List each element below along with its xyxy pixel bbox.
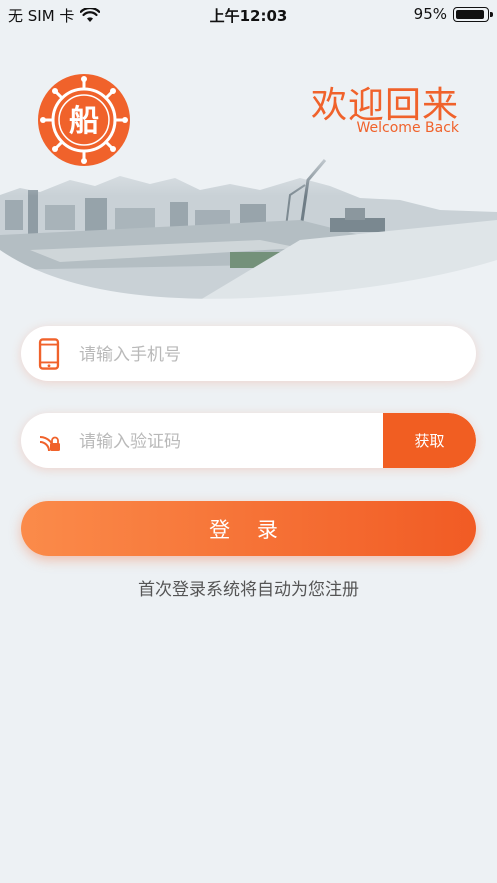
battery-fill xyxy=(456,9,484,19)
phone-input[interactable] xyxy=(77,326,381,381)
status-bar: 无 SIM 卡 上午12:03 95% xyxy=(0,0,497,28)
battery-tip xyxy=(490,11,493,17)
battery-percent: 95% xyxy=(413,5,447,23)
battery-icon xyxy=(453,6,493,22)
logo-glyph: 船 xyxy=(69,104,99,139)
phone-icon xyxy=(38,338,60,370)
verification-code-icon xyxy=(39,436,60,452)
welcome-subtitle: Welcome Back xyxy=(356,120,459,136)
get-code-button[interactable]: 获取 xyxy=(383,413,476,468)
ship-wheel-logo: 船 xyxy=(38,74,130,166)
code-field[interactable]: 获取 xyxy=(21,413,476,468)
status-right: 95% xyxy=(413,5,493,23)
login-button[interactable]: 登 录 xyxy=(21,501,476,556)
register-hint: 首次登录系统将自动为您注册 xyxy=(138,580,359,600)
phone-field[interactable] xyxy=(21,326,476,381)
code-input[interactable] xyxy=(77,413,381,468)
